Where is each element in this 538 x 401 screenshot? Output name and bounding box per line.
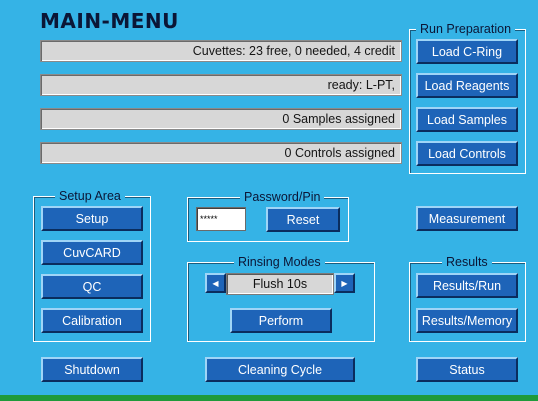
rinse-mode-display: Flush 10s xyxy=(226,273,334,295)
password-field[interactable]: ***** xyxy=(196,207,246,231)
load-samples-button[interactable]: Load Samples xyxy=(416,107,518,132)
shutdown-button[interactable]: Shutdown xyxy=(41,357,143,382)
footer-status-bar xyxy=(0,395,538,401)
calibration-button[interactable]: Calibration xyxy=(41,308,143,333)
page-title: MAIN-MENU xyxy=(40,9,179,33)
ready-status: ready: L-PT, xyxy=(40,74,402,96)
load-reagents-button[interactable]: Load Reagents xyxy=(416,73,518,98)
samples-status: 0 Samples assigned xyxy=(40,108,402,130)
reset-button[interactable]: Reset xyxy=(266,207,340,232)
load-controls-button[interactable]: Load Controls xyxy=(416,141,518,166)
cuvcard-button[interactable]: CuvCARD xyxy=(41,240,143,265)
controls-status: 0 Controls assigned xyxy=(40,142,402,164)
load-c-ring-button[interactable]: Load C-Ring xyxy=(416,39,518,64)
perform-button[interactable]: Perform xyxy=(230,308,332,333)
status-button[interactable]: Status xyxy=(416,357,518,382)
measurement-button[interactable]: Measurement xyxy=(416,206,518,231)
rinse-next-arrow-icon[interactable]: ▶ xyxy=(334,273,355,293)
results-memory-button[interactable]: Results/Memory xyxy=(416,308,518,333)
setup-button[interactable]: Setup xyxy=(41,206,143,231)
run-preparation-legend: Run Preparation xyxy=(416,22,516,36)
qc-button[interactable]: QC xyxy=(41,274,143,299)
rinsing-modes-legend: Rinsing Modes xyxy=(234,255,325,269)
rinse-prev-arrow-icon[interactable]: ◀ xyxy=(205,273,226,293)
cuvettes-status: Cuvettes: 23 free, 0 needed, 4 credit xyxy=(40,40,402,62)
results-legend: Results xyxy=(442,255,492,269)
cleaning-cycle-button[interactable]: Cleaning Cycle xyxy=(205,357,355,382)
password-legend: Password/Pin xyxy=(240,190,325,204)
setup-area-legend: Setup Area xyxy=(55,189,125,203)
results-run-button[interactable]: Results/Run xyxy=(416,273,518,298)
